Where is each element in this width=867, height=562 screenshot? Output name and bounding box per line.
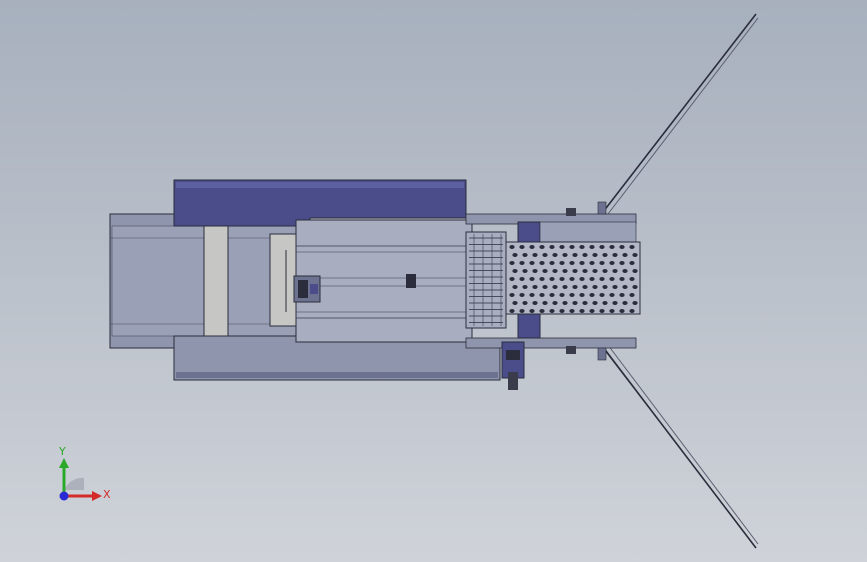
bottom-housing xyxy=(173,335,501,381)
feed-grate xyxy=(465,231,507,329)
coordinate-triad: Y X xyxy=(58,445,111,501)
top-hopper xyxy=(173,179,467,227)
perforated-screen xyxy=(505,241,641,315)
gray-panel-left xyxy=(203,225,229,337)
lower-wing-rail xyxy=(599,343,759,549)
cad-viewport[interactable]: Y X xyxy=(0,0,867,562)
central-conveyor xyxy=(295,219,473,343)
gray-panel-right xyxy=(269,233,297,327)
x-axis-label: X xyxy=(103,488,111,501)
z-axis-dot xyxy=(59,491,69,501)
discharge-motor xyxy=(501,341,525,390)
machine-top-view xyxy=(109,13,759,549)
upper-wing-rail xyxy=(599,13,759,217)
y-axis-label: Y xyxy=(58,445,66,458)
motor-unit xyxy=(293,275,321,303)
